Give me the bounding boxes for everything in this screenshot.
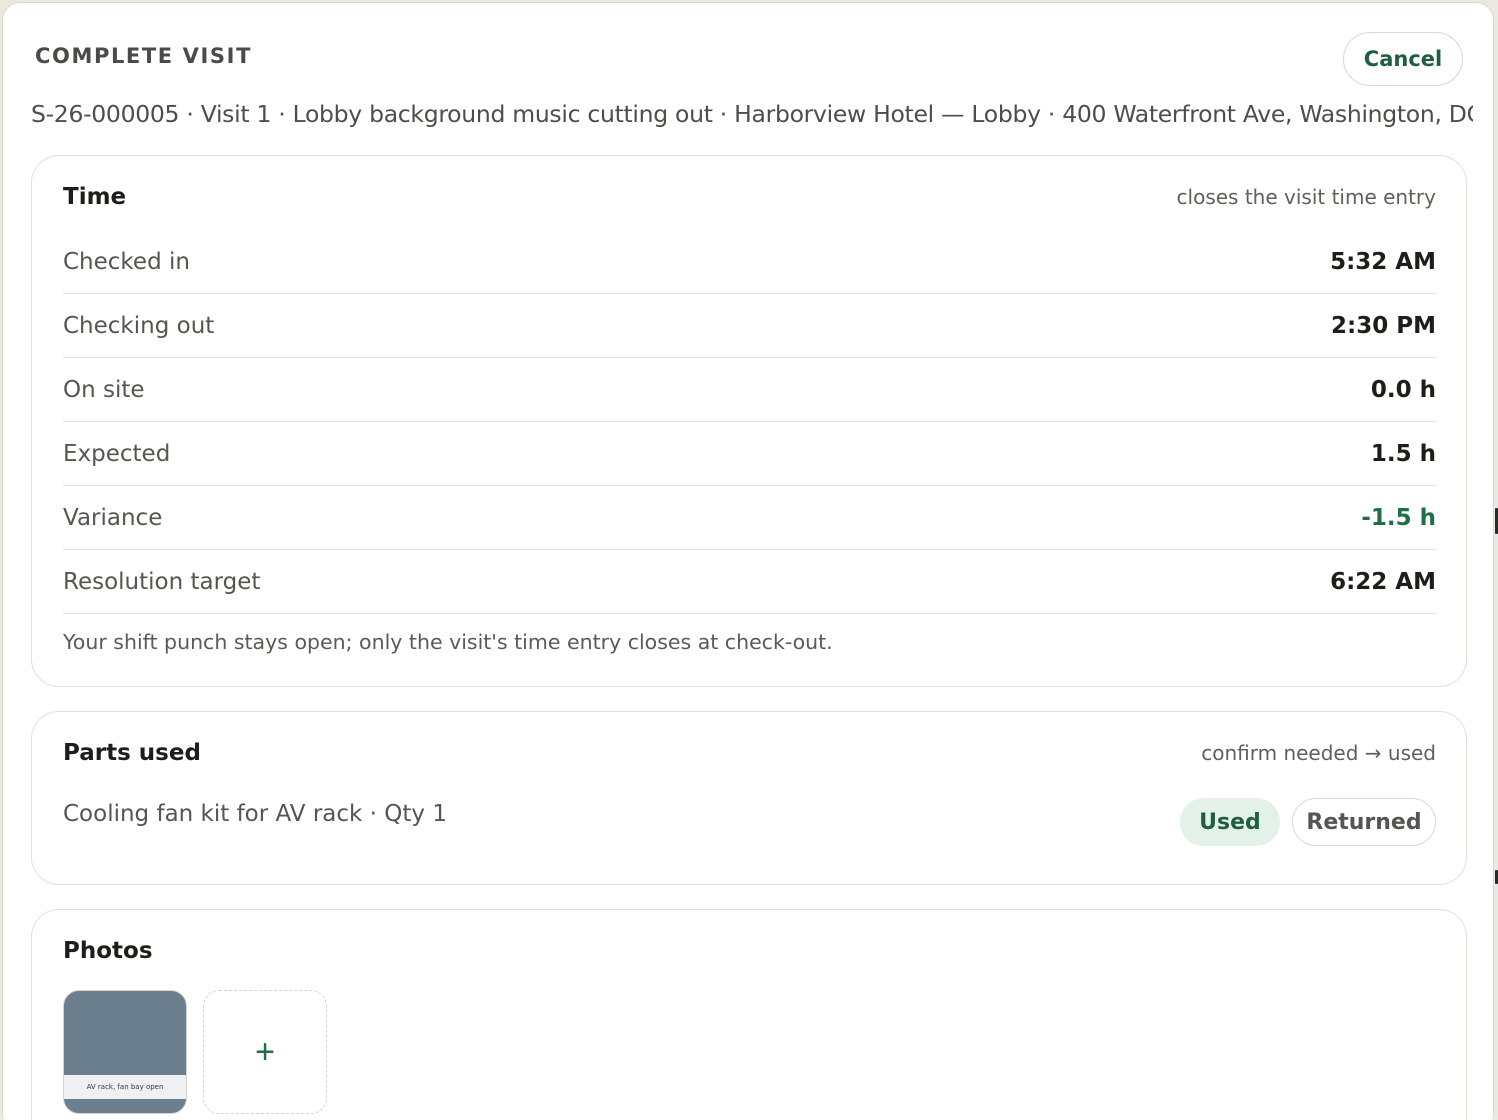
time-row-on-site: On site 0.0 h (63, 358, 1436, 422)
backdrop-edge (1494, 0, 1498, 1120)
time-row-checking-out: Checking out 2:30 PM (63, 294, 1436, 358)
time-card-hint: closes the visit time entry (1176, 185, 1436, 209)
complete-visit-modal: Complete visit Cancel S-26-000005 · Visi… (2, 2, 1494, 1120)
time-rows: Checked in 5:32 AM Checking out 2:30 PM … (63, 230, 1436, 614)
time-row-variance: Variance -1.5 h (63, 486, 1436, 550)
row-label: Expected (63, 440, 171, 467)
row-value: 0.0 h (1370, 376, 1436, 403)
time-row-expected: Expected 1.5 h (63, 422, 1436, 486)
plus-icon: + (255, 1032, 275, 1071)
modal-title: Complete visit (35, 44, 252, 68)
row-label: Checked in (63, 248, 190, 275)
part-name: Cooling fan kit for AV rack · Qty 1 (63, 801, 447, 827)
photo-thumbnails: AV rack, fan bay open + (63, 990, 327, 1114)
time-card-title: Time (63, 184, 127, 210)
time-note: Your shift punch stays open; only the vi… (63, 630, 833, 654)
parts-card-title: Parts used (63, 740, 201, 766)
row-label: On site (63, 376, 145, 403)
time-card-header: Time closes the visit time entry (63, 184, 1436, 210)
parts-card-hint: confirm needed → used (1201, 741, 1436, 765)
row-value: 1.5 h (1370, 440, 1436, 467)
used-button[interactable]: Used (1180, 798, 1280, 846)
parts-card-header: Parts used confirm needed → used (63, 740, 1436, 766)
row-value: 2:30 PM (1331, 312, 1436, 339)
time-card: Time closes the visit time entry Checked… (31, 155, 1467, 687)
row-label: Checking out (63, 312, 215, 339)
time-row-resolution-target: Resolution target 6:22 AM (63, 550, 1436, 614)
row-label: Variance (63, 504, 163, 531)
photos-card: Photos AV rack, fan bay open + (31, 909, 1467, 1120)
part-status-toggle: Used Returned (1180, 798, 1436, 846)
row-value: 5:32 AM (1330, 248, 1436, 275)
add-photo-button[interactable]: + (203, 990, 327, 1114)
photos-card-title: Photos (63, 938, 153, 964)
cancel-button[interactable]: Cancel (1343, 32, 1463, 86)
parts-card: Parts used confirm needed → used Cooling… (31, 711, 1467, 885)
photo-thumbnail[interactable]: AV rack, fan bay open (63, 990, 187, 1114)
row-value: 6:22 AM (1330, 568, 1436, 595)
part-row: Cooling fan kit for AV rack · Qty 1 Used… (63, 798, 1436, 846)
photos-card-header: Photos (63, 938, 1436, 964)
visit-subtitle: S-26-000005 · Visit 1 · Lobby background… (31, 100, 1473, 128)
time-row-checked-in: Checked in 5:32 AM (63, 230, 1436, 294)
variance-value: -1.5 h (1361, 504, 1436, 531)
photo-caption: AV rack, fan bay open (64, 1075, 186, 1099)
returned-button[interactable]: Returned (1292, 798, 1436, 846)
row-label: Resolution target (63, 568, 261, 595)
